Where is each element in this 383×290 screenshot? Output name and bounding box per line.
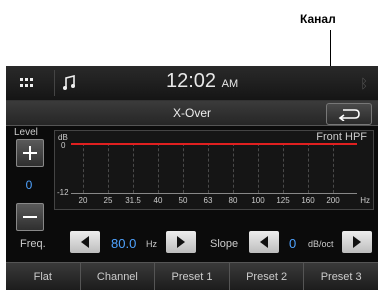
slope-label: Slope bbox=[210, 238, 239, 250]
bluetooth-icon: ᛒ bbox=[360, 76, 368, 91]
grid-line bbox=[183, 143, 184, 193]
graph-x-unit: Hz bbox=[360, 196, 370, 205]
grid-line bbox=[308, 143, 309, 193]
title-bar: X-Over bbox=[6, 101, 378, 126]
clock-time: 12:02 bbox=[166, 70, 217, 92]
freq-down-button[interactable] bbox=[70, 231, 100, 253]
slope-unit: dB/oct bbox=[308, 239, 334, 249]
crossover-graph: dB 0 -12 Front HPF 20 25 31.5 40 50 63 80 100 12… bbox=[54, 130, 374, 210]
slope-value: 0 bbox=[289, 236, 297, 251]
graph-y-top: 0 bbox=[61, 141, 66, 150]
grid-icon bbox=[20, 78, 33, 87]
tab-flat[interactable]: Flat bbox=[6, 263, 81, 290]
freq-tick-label: 63 bbox=[203, 196, 213, 205]
freq-tick-label: 25 bbox=[103, 196, 113, 205]
grid-line bbox=[208, 143, 209, 193]
grid-line bbox=[283, 143, 284, 193]
tab-channel[interactable]: Channel bbox=[81, 263, 156, 290]
level-up-button[interactable] bbox=[16, 139, 44, 167]
freq-tick-label: 80 bbox=[228, 196, 238, 205]
grid-line bbox=[108, 143, 109, 193]
left-arrow-icon bbox=[81, 236, 89, 248]
freq-tick-label: 200 bbox=[326, 196, 340, 205]
status-bar: 12:02 AM ᛒ bbox=[6, 66, 378, 101]
freq-unit: Hz bbox=[146, 239, 157, 249]
hpf-response-line bbox=[71, 143, 357, 145]
slope-down-button[interactable] bbox=[249, 231, 279, 253]
grid-line bbox=[333, 143, 334, 193]
minus-icon bbox=[23, 216, 37, 218]
page-title: X-Over bbox=[172, 106, 211, 120]
music-note-icon bbox=[63, 75, 75, 90]
freq-tick-label: 100 bbox=[251, 196, 265, 205]
x-axis bbox=[71, 193, 357, 194]
channel-callout-label: Канал bbox=[300, 12, 336, 26]
channel-label: Front HPF bbox=[316, 131, 367, 143]
audio-source-button[interactable] bbox=[54, 70, 85, 96]
preset-tab-bar: Flat Channel Preset 1 Preset 2 Preset 3 bbox=[6, 262, 378, 290]
menu-grid-button[interactable] bbox=[12, 70, 42, 96]
slope-up-button[interactable] bbox=[342, 231, 372, 253]
tab-preset-3[interactable]: Preset 3 bbox=[304, 263, 378, 290]
grid-line bbox=[83, 143, 84, 193]
freq-value: 80.0 bbox=[111, 236, 137, 251]
freq-up-button[interactable] bbox=[166, 231, 196, 253]
right-arrow-icon bbox=[353, 236, 361, 248]
left-arrow-icon bbox=[260, 236, 268, 248]
freq-label: Freq. bbox=[20, 238, 46, 250]
grid-line bbox=[158, 143, 159, 193]
clock-ampm: AM bbox=[221, 78, 239, 90]
plus-icon bbox=[23, 146, 37, 160]
freq-tick-label: 40 bbox=[153, 196, 163, 205]
level-label: Level bbox=[14, 127, 38, 138]
grid-line bbox=[133, 143, 134, 193]
tab-preset-1[interactable]: Preset 1 bbox=[155, 263, 230, 290]
grid-line bbox=[233, 143, 234, 193]
freq-tick-label: 125 bbox=[276, 196, 290, 205]
freq-tick-label: 31.5 bbox=[125, 196, 141, 205]
level-down-button[interactable] bbox=[16, 203, 44, 231]
clock: 12:02 AM bbox=[166, 70, 238, 93]
right-arrow-icon bbox=[177, 236, 185, 248]
back-button[interactable] bbox=[326, 103, 372, 125]
back-arrow-icon bbox=[338, 109, 360, 121]
grid-line bbox=[258, 143, 259, 193]
freq-tick-label: 20 bbox=[78, 196, 88, 205]
graph-y-bottom: -12 bbox=[57, 188, 69, 197]
freq-tick-label: 160 bbox=[301, 196, 315, 205]
freq-tick-label: 50 bbox=[178, 196, 188, 205]
level-value: 0 bbox=[25, 178, 33, 192]
tab-preset-2[interactable]: Preset 2 bbox=[230, 263, 305, 290]
head-unit-screen: 12:02 AM ᛒ X-Over Level 0 dB 0 -12 Front… bbox=[6, 66, 378, 290]
